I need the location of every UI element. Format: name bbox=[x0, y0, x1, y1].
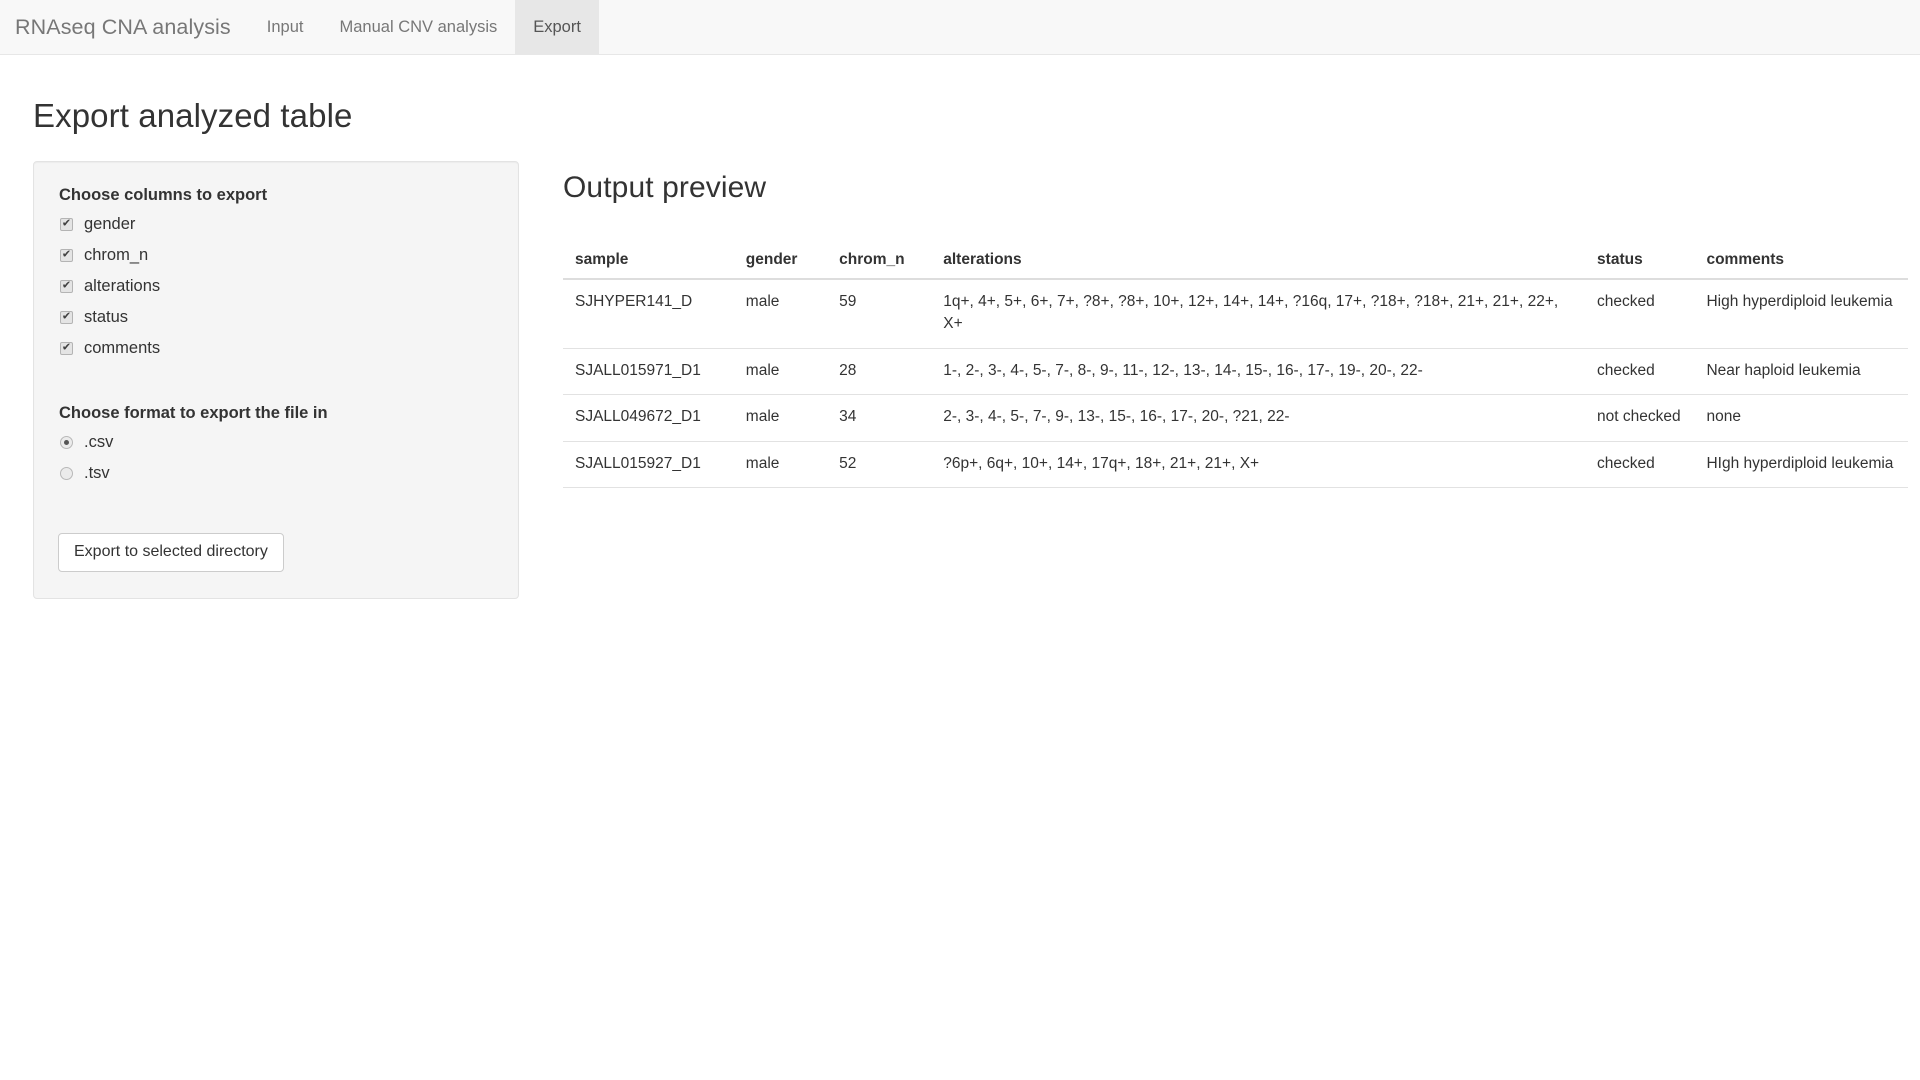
radio-csv[interactable] bbox=[60, 436, 73, 449]
export-to-selected-directory-button[interactable]: Export to selected directory bbox=[58, 533, 284, 572]
checkbox-row-comments[interactable]: ✔ comments bbox=[58, 333, 494, 364]
column-header-status: status bbox=[1585, 251, 1694, 279]
nav-item-list: Input Manual CNV analysis Export bbox=[249, 0, 599, 54]
checkbox-row-alterations[interactable]: ✔ alterations bbox=[58, 271, 494, 302]
cell-chrom-n: 28 bbox=[827, 348, 931, 394]
checkbox-alterations[interactable]: ✔ bbox=[60, 280, 73, 293]
cell-status: not checked bbox=[1585, 395, 1694, 441]
table-row: SJALL015971_D1 male 28 1-, 2-, 3-, 4-, 5… bbox=[563, 348, 1908, 394]
cell-alterations: 1-, 2-, 3-, 4-, 5-, 7-, 8-, 9-, 11-, 12-… bbox=[931, 348, 1585, 394]
checkbox-label-gender[interactable]: gender bbox=[84, 215, 135, 234]
section-spacer bbox=[58, 364, 494, 404]
cell-alterations: ?6p+, 6q+, 10+, 14+, 17q+, 18+, 21+, 21+… bbox=[931, 441, 1585, 487]
cell-chrom-n: 52 bbox=[827, 441, 931, 487]
tab-manual-cnv-analysis[interactable]: Manual CNV analysis bbox=[322, 0, 516, 54]
cell-comments: none bbox=[1694, 395, 1908, 441]
checkbox-comments[interactable]: ✔ bbox=[60, 342, 73, 355]
cell-sample: SJALL049672_D1 bbox=[563, 395, 734, 441]
column-header-alterations: alterations bbox=[931, 251, 1585, 279]
cell-sample: SJALL015971_D1 bbox=[563, 348, 734, 394]
table-header-row: sample gender chrom_n alterations status… bbox=[563, 251, 1908, 279]
check-icon: ✔ bbox=[62, 312, 71, 323]
radio-tsv[interactable] bbox=[60, 467, 73, 480]
radio-dot-icon bbox=[64, 440, 69, 445]
cell-comments: High hyperdiploid leukemia bbox=[1694, 279, 1908, 348]
table-row: SJALL015927_D1 male 52 ?6p+, 6q+, 10+, 1… bbox=[563, 441, 1908, 487]
check-icon: ✔ bbox=[62, 281, 71, 292]
checkbox-chrom-n[interactable]: ✔ bbox=[60, 249, 73, 262]
output-preview-section: Output preview sample gender chrom_n alt bbox=[519, 135, 1920, 488]
checkbox-label-status[interactable]: status bbox=[84, 308, 128, 327]
checkbox-gender[interactable]: ✔ bbox=[60, 218, 73, 231]
checkbox-row-chrom-n[interactable]: ✔ chrom_n bbox=[58, 240, 494, 271]
check-icon: ✔ bbox=[62, 219, 71, 230]
format-heading: Choose format to export the file in bbox=[58, 404, 494, 423]
cell-status: checked bbox=[1585, 279, 1694, 348]
cell-chrom-n: 34 bbox=[827, 395, 931, 441]
checkbox-label-comments[interactable]: comments bbox=[84, 339, 160, 358]
cell-status: checked bbox=[1585, 441, 1694, 487]
checkbox-label-chrom-n[interactable]: chrom_n bbox=[84, 246, 148, 265]
column-header-gender: gender bbox=[734, 251, 827, 279]
cell-gender: male bbox=[734, 395, 827, 441]
tab-input[interactable]: Input bbox=[249, 0, 322, 54]
cell-status: checked bbox=[1585, 348, 1694, 394]
radio-label-tsv[interactable]: .tsv bbox=[84, 464, 110, 483]
cell-chrom-n: 59 bbox=[827, 279, 931, 348]
checkbox-status[interactable]: ✔ bbox=[60, 311, 73, 324]
cell-alterations: 2-, 3-, 4-, 5-, 7-, 9-, 13-, 15-, 16-, 1… bbox=[931, 395, 1585, 441]
radio-label-csv[interactable]: .csv bbox=[84, 433, 113, 452]
page-body: Export analyzed table Choose columns to … bbox=[0, 55, 1920, 599]
cell-comments: HIgh hyperdiploid leukemia bbox=[1694, 441, 1908, 487]
export-options-panel: Choose columns to export ✔ gender ✔ chro… bbox=[33, 161, 519, 599]
radio-row-tsv[interactable]: .tsv bbox=[58, 458, 494, 489]
tab-export[interactable]: Export bbox=[515, 0, 599, 54]
column-header-chrom-n: chrom_n bbox=[827, 251, 931, 279]
cell-sample: SJALL015927_D1 bbox=[563, 441, 734, 487]
columns-heading: Choose columns to export bbox=[58, 186, 494, 205]
app-brand[interactable]: RNAseq CNA analysis bbox=[0, 0, 249, 54]
table-body: SJHYPER141_D male 59 1q+, 4+, 5+, 6+, 7+… bbox=[563, 279, 1908, 488]
column-header-comments: comments bbox=[1694, 251, 1908, 279]
format-radio-group: .csv .tsv bbox=[58, 427, 494, 489]
table-row: SJALL049672_D1 male 34 2-, 3-, 4-, 5-, 7… bbox=[563, 395, 1908, 441]
checkbox-label-alterations[interactable]: alterations bbox=[84, 277, 160, 296]
top-navbar: RNAseq CNA analysis Input Manual CNV ana… bbox=[0, 0, 1920, 55]
radio-row-csv[interactable]: .csv bbox=[58, 427, 494, 458]
column-checkbox-group: ✔ gender ✔ chrom_n ✔ alterations bbox=[58, 209, 494, 364]
checkbox-row-status[interactable]: ✔ status bbox=[58, 302, 494, 333]
checkbox-row-gender[interactable]: ✔ gender bbox=[58, 209, 494, 240]
table-row: SJHYPER141_D male 59 1q+, 4+, 5+, 6+, 7+… bbox=[563, 279, 1908, 348]
cell-sample: SJHYPER141_D bbox=[563, 279, 734, 348]
output-preview-table: sample gender chrom_n alterations status… bbox=[563, 251, 1908, 488]
column-header-sample: sample bbox=[563, 251, 734, 279]
table-header: sample gender chrom_n alterations status… bbox=[563, 251, 1908, 279]
output-preview-title: Output preview bbox=[563, 171, 1878, 205]
cell-gender: male bbox=[734, 441, 827, 487]
radio-dot-icon bbox=[64, 471, 69, 476]
page-title: Export analyzed table bbox=[0, 55, 1920, 135]
cell-gender: male bbox=[734, 348, 827, 394]
cell-alterations: 1q+, 4+, 5+, 6+, 7+, ?8+, ?8+, 10+, 12+,… bbox=[931, 279, 1585, 348]
page-content: Choose columns to export ✔ gender ✔ chro… bbox=[0, 135, 1920, 599]
check-icon: ✔ bbox=[62, 343, 71, 354]
cell-gender: male bbox=[734, 279, 827, 348]
check-icon: ✔ bbox=[62, 250, 71, 261]
cell-comments: Near haploid leukemia bbox=[1694, 348, 1908, 394]
